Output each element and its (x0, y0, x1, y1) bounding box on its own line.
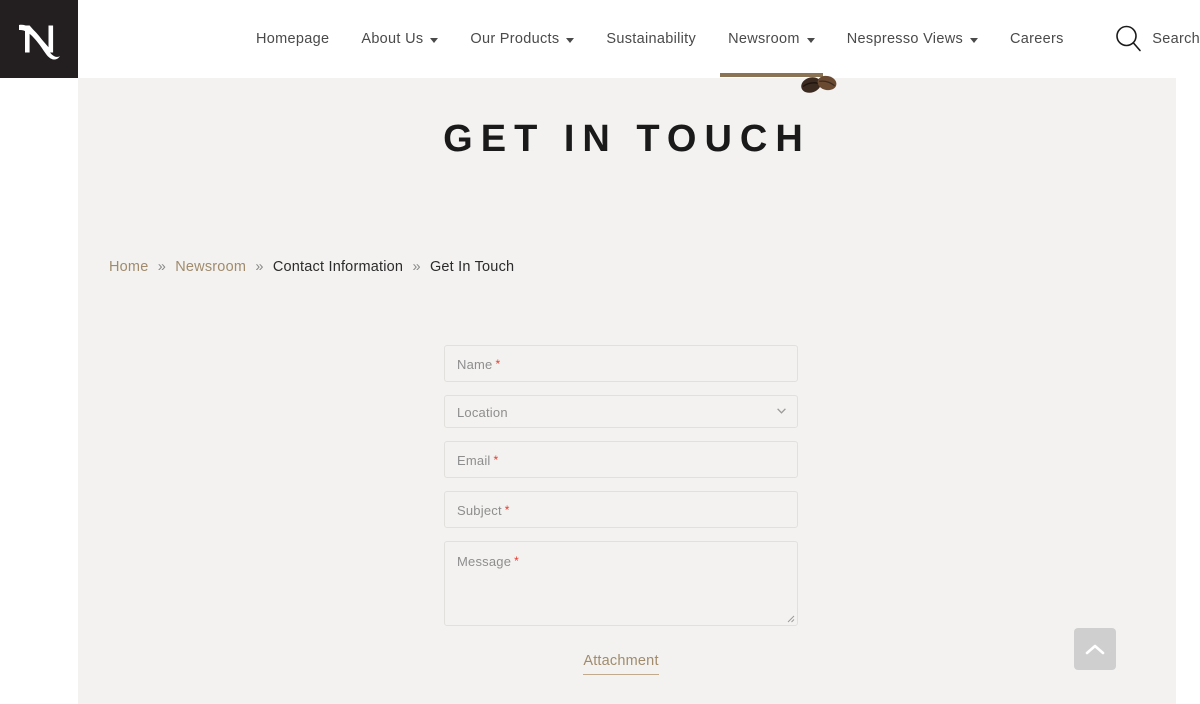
scroll-to-top-button[interactable] (1074, 628, 1116, 670)
nav-item-label: Newsroom (728, 31, 800, 47)
nav-item-careers[interactable]: Careers (994, 0, 1080, 78)
message-textarea[interactable]: Message * (444, 541, 798, 626)
page-title: GET IN TOUCH (443, 118, 811, 160)
chevron-down-icon (806, 37, 815, 43)
main-navigation: Homepage About Us Our Products Sustainab… (240, 0, 1080, 78)
breadcrumb-separator: » (412, 259, 421, 275)
nav-item-label: Nespresso Views (846, 31, 964, 47)
breadcrumb-item-home[interactable]: Home (109, 259, 148, 275)
nav-item-label: Our Products (470, 31, 560, 47)
required-marker: * (495, 357, 501, 371)
nav-item-label: Careers (1010, 31, 1064, 47)
message-textarea-placeholder: Message * (457, 554, 520, 569)
search-button[interactable]: Search (1112, 0, 1200, 78)
attachment-link[interactable]: Attachment (583, 653, 659, 675)
required-marker: * (514, 554, 520, 568)
breadcrumb-separator: » (157, 259, 166, 275)
nav-item-label: About Us (361, 31, 424, 47)
chevron-down-icon (970, 37, 979, 43)
nav-item-about-us[interactable]: About Us (345, 0, 454, 78)
nav-item-newsroom[interactable]: Newsroom (712, 0, 831, 78)
search-label: Search (1152, 31, 1200, 47)
chevron-down-icon (430, 37, 439, 43)
nespresso-logo[interactable] (0, 0, 78, 78)
nav-item-sustainability[interactable]: Sustainability (590, 0, 712, 78)
chevron-up-icon (1085, 644, 1105, 654)
email-field-placeholder: Email * (457, 453, 499, 468)
breadcrumb: Home » Newsroom » Contact Information » … (109, 259, 514, 275)
required-marker: * (493, 453, 499, 467)
nav-item-nespresso-views[interactable]: Nespresso Views (831, 0, 994, 78)
subject-field-placeholder: Subject * (457, 503, 510, 518)
nespresso-n-icon (19, 24, 60, 60)
page-root: Homepage About Us Our Products Sustainab… (0, 0, 1200, 704)
required-marker: * (504, 503, 510, 517)
contact-form: Name * Location Email * Subject * Message * (444, 345, 798, 639)
coffee-beans-icon (801, 75, 837, 93)
location-select-placeholder: Location (457, 405, 508, 420)
chevron-down-icon (777, 408, 786, 414)
name-field[interactable]: Name * (444, 345, 798, 382)
chevron-down-icon (566, 37, 575, 43)
search-icon (1116, 25, 1142, 52)
breadcrumb-separator: » (255, 259, 264, 275)
attachment-row: Attachment (444, 652, 798, 675)
subject-field[interactable]: Subject * (444, 491, 798, 528)
breadcrumb-item-contact-information[interactable]: Contact Information (273, 259, 403, 275)
email-field[interactable]: Email * (444, 441, 798, 478)
nav-item-homepage[interactable]: Homepage (240, 0, 345, 78)
nav-item-label: Sustainability (606, 31, 697, 47)
site-header: Homepage About Us Our Products Sustainab… (0, 0, 1200, 78)
breadcrumb-item-newsroom[interactable]: Newsroom (175, 259, 246, 275)
breadcrumb-item-get-in-touch: Get In Touch (429, 259, 515, 275)
name-field-placeholder: Name * (457, 357, 501, 372)
location-select[interactable]: Location (444, 395, 798, 428)
nav-item-our-products[interactable]: Our Products (454, 0, 590, 78)
nav-item-label: Homepage (256, 31, 330, 47)
resize-handle-icon[interactable] (785, 613, 795, 623)
